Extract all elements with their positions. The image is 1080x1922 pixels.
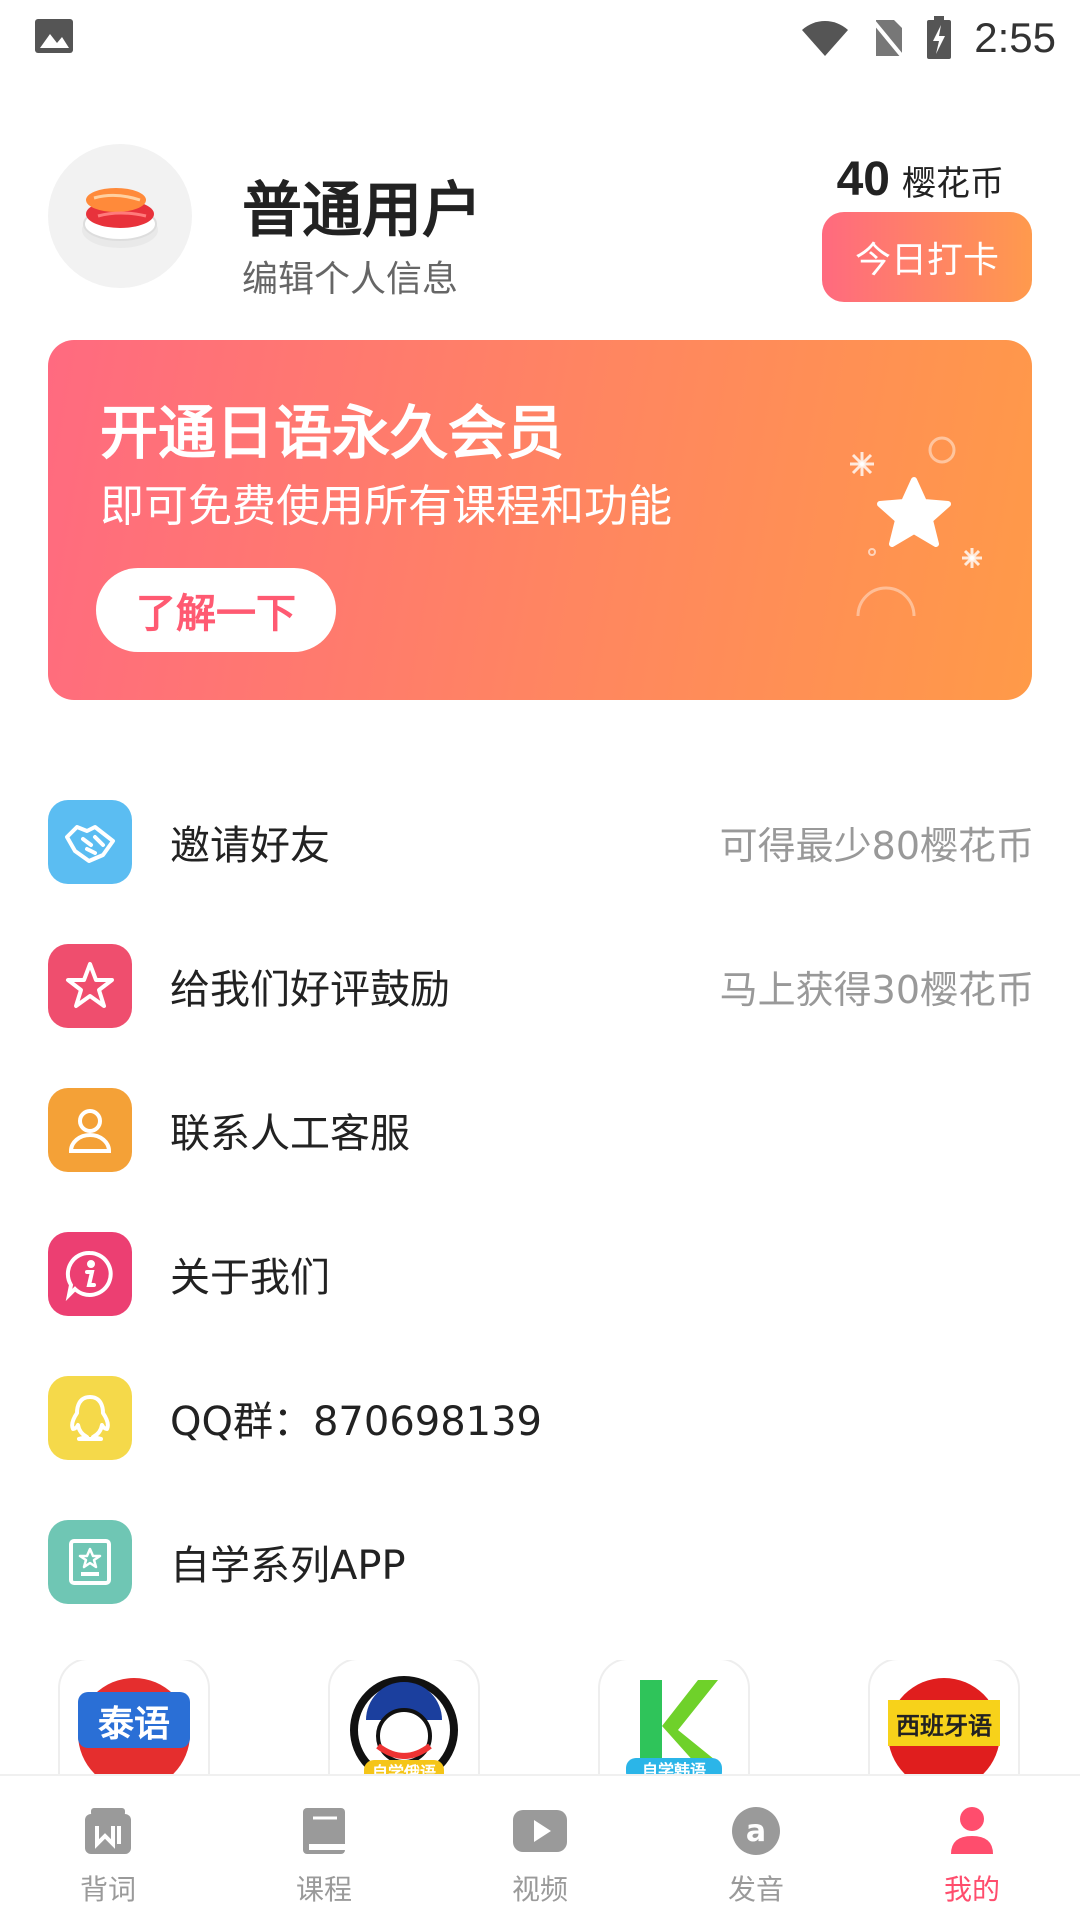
coin-unit: 樱花币 bbox=[902, 164, 1004, 204]
tab-label: 背词 bbox=[79, 1873, 136, 1906]
star-decoration-icon bbox=[850, 436, 982, 616]
star-icon bbox=[48, 944, 132, 1028]
thai-app-icon[interactable]: 泰语 bbox=[60, 1660, 208, 1774]
play-icon bbox=[513, 1810, 567, 1852]
edit-profile-link[interactable]: 编辑个人信息 bbox=[242, 250, 458, 302]
tab-label: 视频 bbox=[511, 1873, 568, 1906]
menu-item-support[interactable]: 联系人工客服 bbox=[48, 1058, 1032, 1202]
user-icon bbox=[48, 1088, 132, 1172]
membership-banner[interactable]: 开通日语永久会员 即可免费使用所有课程和功能 了解一下 bbox=[48, 340, 1032, 700]
profile-icon bbox=[951, 1807, 993, 1854]
tab-course[interactable]: 课程 bbox=[216, 1776, 432, 1922]
russian-app-icon[interactable]: 自学俄语 bbox=[330, 1660, 478, 1774]
tab-label: 发音 bbox=[727, 1873, 784, 1906]
no-sim-icon bbox=[872, 20, 904, 58]
book-icon bbox=[303, 1808, 345, 1854]
menu-label: 联系人工客服 bbox=[170, 1111, 410, 1157]
profile-header: 普通用户 编辑个人信息 40 樱花币 今日打卡 bbox=[48, 144, 1032, 304]
menu-hint: 马上获得30樱花币 bbox=[719, 967, 1034, 1012]
flashcard-icon bbox=[85, 1808, 131, 1854]
menu-label: 给我们好评鼓励 bbox=[170, 967, 450, 1013]
app-label-spanish: 西班牙语 bbox=[896, 1712, 992, 1740]
menu-item-review[interactable]: 给我们好评鼓励 马上获得30樱花币 bbox=[48, 914, 1034, 1058]
svg-text:a: a bbox=[746, 1814, 766, 1849]
menu-label: QQ群：870698139 bbox=[170, 1399, 543, 1445]
menu-label: 邀请好友 bbox=[170, 823, 330, 869]
username: 普通用户 bbox=[242, 176, 482, 246]
sushi-avatar-icon bbox=[82, 188, 158, 248]
learn-more-button[interactable]: 了解一下 bbox=[96, 568, 336, 652]
status-right: 2:55 bbox=[800, 10, 1056, 66]
app-label-korean: 自学韩语 bbox=[642, 1761, 706, 1774]
battery-charging-icon bbox=[927, 16, 952, 59]
menu-label: 关于我们 bbox=[170, 1255, 330, 1301]
tab-profile[interactable]: 我的 bbox=[864, 1776, 1080, 1922]
checkin-button[interactable]: 今日打卡 bbox=[822, 212, 1032, 302]
coin-balance: 40 樱花币 bbox=[837, 152, 1004, 207]
app-label-thai: 泰语 bbox=[98, 1704, 170, 1745]
menu-item-qq-group[interactable]: QQ群：870698139 bbox=[48, 1346, 1032, 1490]
menu-item-invite[interactable]: 邀请好友 可得最少80樱花币 bbox=[48, 770, 1034, 914]
tab-video[interactable]: 视频 bbox=[432, 1776, 648, 1922]
status-bar: 2:55 bbox=[0, 0, 1080, 76]
handshake-icon bbox=[48, 800, 132, 884]
menu-label: 自学系列APP bbox=[170, 1543, 406, 1589]
menu-hint: 可得最少80樱花币 bbox=[719, 823, 1034, 868]
banner-title: 开通日语永久会员 bbox=[100, 399, 565, 467]
clock: 2:55 bbox=[974, 14, 1056, 61]
wifi-icon bbox=[802, 21, 849, 56]
app-label-russian: 自学俄语 bbox=[372, 1763, 436, 1774]
banner-subtitle: 即可免费使用所有课程和功能 bbox=[100, 481, 672, 532]
app-series-row: 泰语 自学俄语 自学韩语 西班牙语 bbox=[0, 1660, 1080, 1774]
qq-icon bbox=[48, 1376, 132, 1460]
info-icon bbox=[48, 1232, 132, 1316]
certificate-icon bbox=[48, 1520, 132, 1604]
tab-pronunciation[interactable]: a 发音 bbox=[648, 1776, 864, 1922]
coin-count: 40 bbox=[836, 153, 890, 206]
korean-app-icon[interactable]: 自学韩语 bbox=[600, 1660, 748, 1774]
tab-label: 课程 bbox=[295, 1873, 352, 1906]
spanish-app-icon[interactable]: 西班牙语 bbox=[870, 1660, 1018, 1774]
menu-item-about[interactable]: 关于我们 bbox=[48, 1202, 1032, 1346]
menu-item-apps[interactable]: 自学系列APP bbox=[48, 1490, 1032, 1634]
menu-list: 邀请好友 可得最少80樱花币 给我们好评鼓励 马上获得30樱花币 联系人工客服 bbox=[48, 770, 1034, 1634]
tab-vocab[interactable]: 背词 bbox=[0, 1776, 216, 1922]
image-notification-icon bbox=[35, 19, 73, 53]
bottom-tab-bar: 背词 课程 视频 a 发音 我的 bbox=[0, 1774, 1080, 1922]
tab-label: 我的 bbox=[943, 1873, 1000, 1906]
avatar[interactable] bbox=[48, 144, 192, 288]
pronunciation-icon: a bbox=[732, 1807, 780, 1855]
